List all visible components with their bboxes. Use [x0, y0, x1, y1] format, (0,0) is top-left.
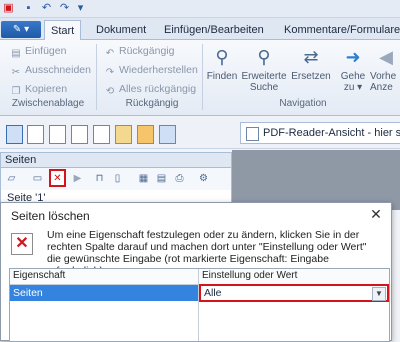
document-view-icon[interactable] [93, 125, 110, 144]
attachment-view-icon[interactable] [115, 125, 132, 144]
customize-icon[interactable]: ▾ [74, 2, 87, 15]
facing-view-icon[interactable] [71, 125, 88, 144]
pdf-reader-view-button[interactable]: PDF-Reader-Ansicht - hier sehen [240, 122, 400, 144]
vorherige-ansicht-button[interactable]: ◀ Vorhe Anze [370, 46, 400, 93]
group-label-undo: Rückgängig [125, 98, 179, 109]
extract-icon[interactable]: ▤ [155, 172, 168, 185]
group-label-navigation: Navigation [279, 98, 327, 109]
finden-button[interactable]: ⚲ Finden [206, 46, 238, 82]
ersetzen-button[interactable]: ⇄ Ersetzen [290, 46, 332, 82]
delete-pages-dialog: Seiten löschen ✕ ✕ Um eine Eigenschaft f… [0, 202, 392, 342]
copy-icon: ❐ [11, 86, 21, 97]
paste-icon: ▤ [11, 48, 21, 59]
table-row: Seiten Alle ▼ [10, 284, 389, 302]
ribbon: ▤ Einfügen ✂ Ausschneiden ❐ Kopieren Zwisch… [0, 40, 400, 116]
delete-page-button[interactable]: ✕ [49, 169, 66, 187]
redo-icon[interactable]: ↷ [58, 2, 71, 15]
file-menu-icon: ✎ ▾ [12, 24, 30, 35]
document-area [232, 150, 400, 210]
back-arrow-icon: ◀ [379, 47, 393, 67]
goto-arrow-icon: ➜ [345, 47, 361, 67]
einfuegen-button[interactable]: ▤ Einfügen [10, 42, 66, 60]
image-view-icon[interactable] [159, 125, 176, 144]
erweiterte-suche-button[interactable]: ⚲ Erweiterte Suche [240, 46, 288, 93]
wiederherstellen-button[interactable]: ↷ Wiederherstellen [104, 61, 198, 79]
quick-access-toolbar: ▣ ▪ ↶ ↷ ▾ [0, 0, 400, 18]
tab-dokument[interactable]: Dokument [90, 20, 152, 40]
page-icon[interactable]: ▯ [111, 172, 124, 185]
property-grid: Eigenschaft Einstellung oder Wert Seiten… [9, 268, 390, 342]
column-header-property: Eigenschaft [13, 270, 66, 281]
app-logo-icon[interactable]: ▣ [2, 2, 15, 15]
undo-all-icon: ⟲ [105, 86, 115, 97]
chevron-down-icon[interactable]: ▼ [372, 287, 386, 301]
close-icon: ✕ [370, 206, 382, 222]
save-icon[interactable]: ▪ [22, 2, 35, 15]
ribbon-separator [202, 44, 203, 110]
property-cell-seiten[interactable]: Seiten [10, 285, 198, 301]
dialog-title: Seiten löschen [11, 209, 90, 223]
ribbon-tabs: ✎ ▾ Start Dokument Einfügen/Bearbeiten K… [0, 18, 400, 42]
grid-header: Eigenschaft Einstellung oder Wert [10, 269, 389, 285]
crop-icon[interactable]: ⊓ [93, 172, 106, 185]
undo-icon: ↶ [105, 48, 115, 59]
view-toolbar: PDF-Reader-Ansicht - hier sehen [0, 117, 400, 149]
alles-rueckgaengig-button[interactable]: ⟲ Alles rückgängig [104, 80, 196, 98]
cut-icon: ✂ [11, 67, 21, 78]
ribbon-separator [96, 44, 97, 110]
tab-kommentare-formulare[interactable]: Kommentare/Formulare [278, 20, 400, 40]
continuous-view-icon[interactable] [27, 125, 44, 144]
single-page-view-icon[interactable] [6, 125, 23, 144]
file-menu-button[interactable]: ✎ ▾ [1, 21, 41, 38]
tab-start[interactable]: Start [44, 20, 82, 42]
redo-icon: ↷ [105, 67, 115, 78]
pages-panel-header: Seiten [0, 152, 232, 168]
print-icon[interactable]: ⎙ [173, 172, 186, 185]
replace-icon: ⇄ [303, 47, 319, 67]
rueckgaengig-button[interactable]: ↶ Rückgängig [104, 42, 175, 60]
insert-page-icon[interactable]: ▭ [31, 172, 44, 185]
thumbnails-icon[interactable]: ▦ [137, 172, 150, 185]
pages-toolbar: ▱ ▭ ✕ ▶ ⊓ ▯ ▦ ▤ ⎙ ⚙ [0, 168, 232, 190]
gehe-zu-button[interactable]: ➜ Gehe zu ▾ [338, 46, 368, 93]
settings-icon[interactable]: ⚙ [197, 172, 210, 185]
delete-page-icon: ✕ [53, 173, 62, 184]
value-select-seiten[interactable]: Alle ▼ [199, 284, 389, 302]
binoculars-icon: ⚲ [215, 47, 229, 67]
ausschneiden-button[interactable]: ✂ Ausschneiden [10, 61, 91, 79]
move-right-icon[interactable]: ▶ [71, 172, 84, 185]
delete-page-icon: ✕ [11, 233, 33, 255]
document-icon [246, 127, 259, 141]
column-divider [198, 269, 199, 341]
group-label-clipboard: Zwischenablage [11, 98, 85, 109]
column-header-value: Einstellung oder Wert [202, 270, 298, 281]
outline-view-icon[interactable] [49, 125, 66, 144]
folder-open-icon[interactable]: ▱ [5, 172, 18, 185]
tab-einfuegen-bearbeiten[interactable]: Einfügen/Bearbeiten [158, 20, 270, 40]
value-text: Alle [204, 287, 222, 299]
advanced-search-icon: ⚲ [257, 47, 271, 67]
text-view-icon[interactable] [137, 125, 154, 144]
kopieren-button[interactable]: ❐ Kopieren [10, 80, 68, 98]
close-button[interactable]: ✕ [369, 206, 383, 222]
undo-icon[interactable]: ↶ [40, 2, 53, 15]
